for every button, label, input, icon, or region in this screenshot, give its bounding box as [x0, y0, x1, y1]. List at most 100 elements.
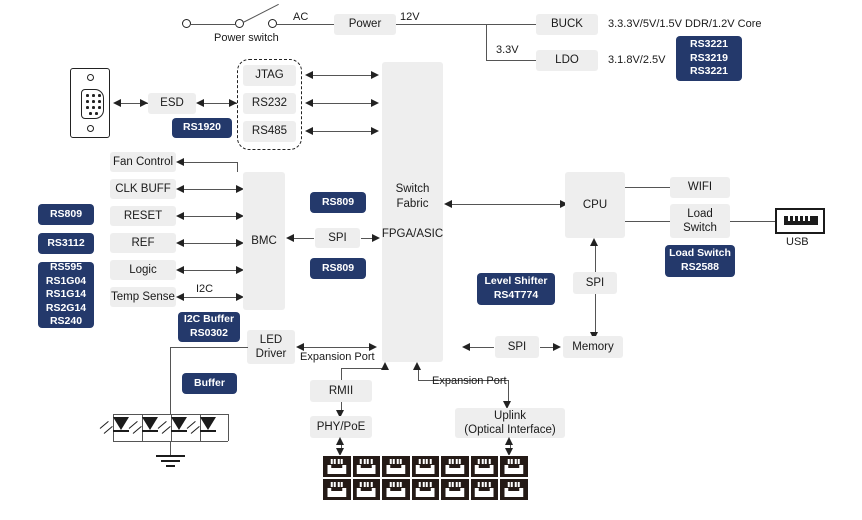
arrow-rs485-r — [371, 127, 379, 135]
rj45-port[interactable] — [440, 455, 470, 478]
wire-fan-control — [183, 162, 238, 163]
wire-led-ground — [170, 441, 171, 455]
arrow-spimem-memory — [553, 343, 561, 351]
wire-fabric-cpu — [450, 204, 565, 205]
wire-cpu-wifi — [625, 187, 670, 188]
spi-part-rs809-top: RS809 — [310, 192, 366, 213]
wire-bmc-spi — [292, 238, 314, 239]
signal-clk-buff: CLK BUFF — [110, 179, 176, 199]
power-block: Power — [334, 14, 396, 35]
expansion-left-label: Expansion Port — [300, 351, 375, 363]
spi-bmc-block: SPI — [315, 228, 360, 248]
db9-screw-bottom — [87, 125, 94, 132]
i2c-buffer-part-box: I2C Buffer RS0302 — [178, 312, 240, 342]
buffer-part-box: Buffer — [182, 373, 237, 394]
arrow-bmc-spi — [286, 234, 294, 242]
rj45-port[interactable] — [351, 455, 381, 478]
signal-ref: REF — [110, 233, 176, 253]
arrow-spi-fabric — [372, 234, 380, 242]
usb-connector — [775, 208, 825, 234]
wire-expansion-left — [303, 347, 373, 348]
usb-label: USB — [786, 236, 809, 248]
v12-label: 12V — [400, 11, 420, 23]
wire-cpu-spi — [595, 244, 596, 272]
buck-block: BUCK — [536, 14, 598, 35]
block-diagram-canvas: Power switch AC Power 12V 3.3V BUCK LDO … — [0, 0, 862, 520]
rj45-port[interactable] — [322, 478, 352, 501]
rs232-block: RS232 — [243, 93, 296, 114]
power-terminal-right — [268, 19, 277, 28]
signal-temp-sense: Temp Sense — [110, 287, 176, 307]
wire-fan-control-riser — [237, 162, 238, 172]
wire-rmii-riser — [341, 368, 342, 380]
wire-logic — [183, 270, 241, 271]
led-leg-4r — [228, 414, 229, 441]
switch-fabric-block: Switch Fabric FPGA/ASIC — [382, 62, 443, 362]
wire-ref — [183, 243, 241, 244]
esd-part-box: RS1920 — [172, 118, 232, 138]
rj45-port[interactable] — [499, 455, 529, 478]
wire-rs232-fabric — [312, 103, 376, 104]
ground-bar-1 — [156, 455, 185, 457]
signal-fan-control: Fan Control — [110, 152, 176, 172]
ac-label: AC — [293, 11, 309, 23]
wire-temp-sense — [183, 297, 241, 298]
arrow-uplink-fabric — [413, 362, 421, 370]
wire-term-to-switch — [191, 24, 235, 25]
buck-rails-label: 3.3.3V/5V/1.5V DDR/1.2V Core — [608, 18, 762, 30]
wire-cpu-loadswitch — [625, 221, 670, 222]
arrow-db9-in — [113, 99, 121, 107]
arrow-jtag-l — [305, 71, 313, 79]
v33-label: 3.3V — [496, 44, 519, 56]
wire-loadswitch-usb — [730, 221, 775, 222]
rj45-port[interactable] — [322, 455, 352, 478]
switch-fabric-title: Switch Fabric — [395, 183, 430, 210]
bmc-block: BMC — [243, 172, 285, 310]
rj45-port[interactable] — [410, 478, 440, 501]
signal-reset: RESET — [110, 206, 176, 226]
switch-fabric-tech: FPGA/ASIC — [381, 228, 444, 241]
memory-block: Memory — [563, 336, 623, 358]
db9-connector — [70, 68, 110, 138]
wire-jtag-fabric — [312, 75, 376, 76]
cpu-block: CPU — [565, 172, 625, 238]
wifi-block: WIFI — [670, 177, 730, 198]
rj45-port[interactable] — [410, 455, 440, 478]
wire-reset — [183, 216, 241, 217]
esd-block: ESD — [148, 93, 196, 114]
level-shifter-part-box: Level Shifter RS4T774 — [477, 273, 555, 305]
arrow-temp-l — [176, 293, 184, 301]
rj45-port[interactable] — [499, 478, 529, 501]
arrow-rmii-fabric — [381, 362, 389, 370]
led-driver-block: LED Driver — [247, 330, 295, 364]
rj45-port[interactable] — [469, 478, 499, 501]
arrow-rs232-r — [371, 99, 379, 107]
i2c-label: I2C — [196, 283, 214, 295]
wire-spi-memory — [595, 294, 596, 334]
power-switch-pivot — [235, 19, 244, 28]
rmii-block: RMII — [310, 380, 372, 402]
wire-leddriver-down — [170, 347, 171, 415]
arrow-ref-l — [176, 239, 184, 247]
arrow-clk-l — [176, 185, 184, 193]
arrow-jtag-r — [371, 71, 379, 79]
rj45-port[interactable] — [440, 478, 470, 501]
jtag-block: JTAG — [243, 65, 296, 86]
arrow-logic-l — [176, 266, 184, 274]
power-parts-box: RS3221 RS3219 RS3221 — [676, 36, 742, 81]
wire-clk-buff — [183, 189, 241, 190]
wire-33v-to-ldo — [486, 60, 536, 61]
arrow-rs485-l — [305, 127, 313, 135]
rj45-port[interactable] — [351, 478, 381, 501]
rj45-port[interactable] — [381, 455, 411, 478]
wire-12v-branch-down — [486, 24, 487, 60]
bmc-part-logic-family: RS595 RS1G04 RS1G14 RS2G14 RS240 — [38, 261, 94, 328]
arrow-uplink-ports-up — [505, 437, 513, 445]
arrow-serial-in — [229, 99, 237, 107]
arrow-rs232-l — [305, 99, 313, 107]
rj45-port[interactable] — [469, 455, 499, 478]
rs485-block: RS485 — [243, 121, 296, 142]
rj45-port[interactable] — [381, 478, 411, 501]
expansion-right-label: Expansion Port — [432, 375, 507, 387]
spi-cpu-block: SPI — [573, 272, 617, 294]
